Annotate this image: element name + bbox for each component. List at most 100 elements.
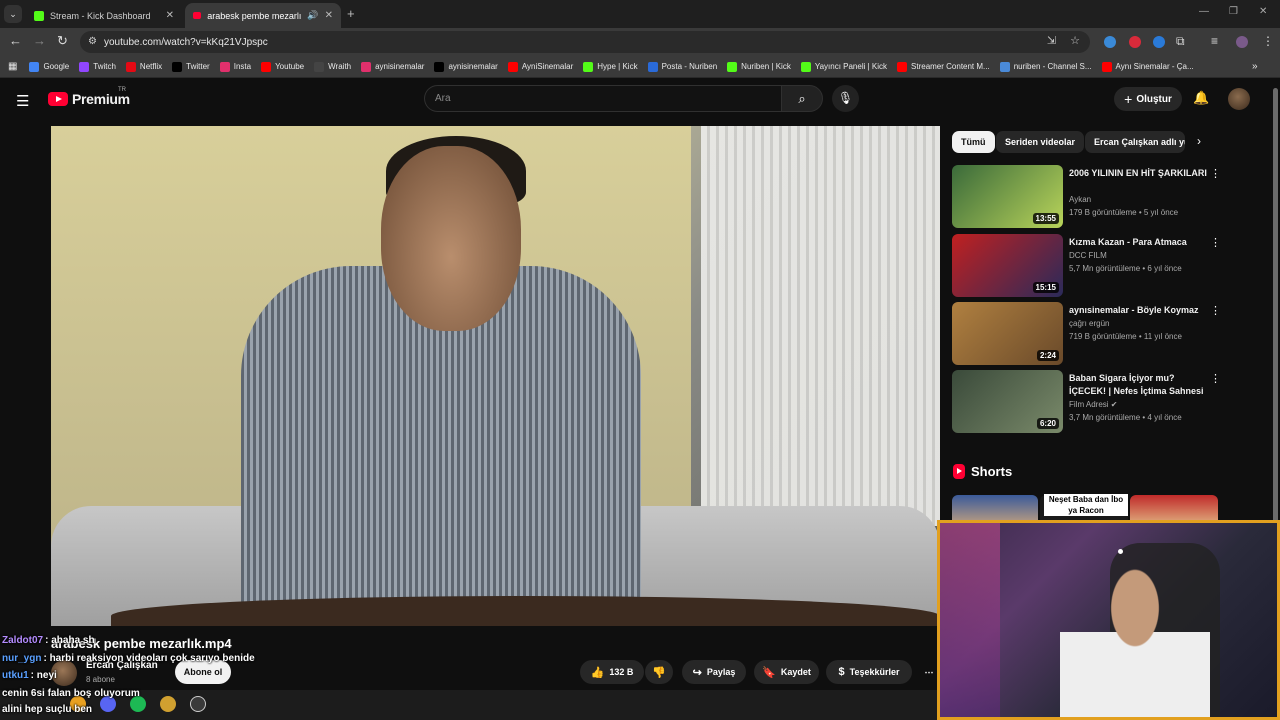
like-count: 132 B [609, 667, 634, 677]
like-button[interactable]: 👍 132 B [580, 660, 644, 684]
notifications-bell-icon[interactable]: 🔔 [1193, 90, 1209, 106]
recommended-video[interactable]: 6:20 Baban Sigara İçiyor mu? İÇECEK! | Ne… [952, 370, 1222, 434]
more-options-icon[interactable]: ⋮ [1210, 372, 1221, 385]
create-label: Oluştur [1136, 93, 1172, 105]
new-tab-button[interactable]: + [347, 6, 355, 21]
bookmark-item[interactable]: Google [29, 61, 69, 72]
shorts-label: Shorts [971, 464, 1013, 479]
save-button[interactable]: 🔖 Kaydet [754, 660, 819, 684]
recommended-video[interactable]: 15:15 Kızma Kazan - Para Atmaca DCC FILM 5,… [952, 234, 1222, 298]
bookmark-label: AyniSinemalar [521, 62, 574, 71]
bookmark-star-icon[interactable]: ☆ [1070, 34, 1080, 47]
google-icon [29, 61, 40, 72]
forward-icon[interactable]: → [33, 33, 46, 48]
chip-series[interactable]: Seriden videolar [996, 131, 1085, 153]
bookmark-item[interactable]: Netflix [125, 61, 162, 72]
bookmark-item[interactable]: aynisinemalar [361, 61, 424, 72]
dislike-button[interactable]: 👎 [645, 660, 673, 684]
back-icon[interactable]: ← [9, 33, 22, 48]
video-title[interactable]: Kızma Kazan - Para Atmaca [1069, 236, 1209, 249]
video-thumbnail[interactable]: 2:24 [952, 302, 1063, 365]
instagram-icon [219, 61, 230, 72]
address-bar[interactable]: ⚙ youtube.com/watch?v=kKq21VJpspc ⇲ ☆ [80, 31, 1090, 53]
create-button[interactable]: + Oluştur [1114, 87, 1182, 111]
site-info-icon[interactable]: ⚙ [88, 36, 97, 47]
bookmark-item[interactable]: AyniSinemalar [507, 61, 574, 72]
extension-icon[interactable] [1104, 36, 1116, 48]
video-thumbnail[interactable]: 15:15 [952, 234, 1063, 297]
bookmark-item[interactable]: nuriben - Channel S... [999, 61, 1092, 72]
app-icon[interactable] [160, 696, 176, 712]
recommended-video[interactable]: 13:55 2006 YILININ EN HİT ŞARKILARI Aykan 1… [952, 165, 1222, 229]
wraith-icon [314, 61, 325, 72]
reload-icon[interactable]: ↻ [57, 33, 68, 49]
save-label: Kaydet [780, 667, 811, 677]
profile-icon[interactable] [1236, 36, 1248, 48]
video-title[interactable]: 2006 YILININ EN HİT ŞARKILARI [1069, 167, 1209, 180]
install-app-icon[interactable]: ⇲ [1047, 34, 1056, 47]
audio-playing-icon[interactable]: 🔊 [307, 10, 318, 21]
bookmark-item[interactable]: Aynı Sinemalar - Ça... [1101, 61, 1194, 72]
streamer-webcam [937, 520, 1280, 720]
channel-name[interactable]: çağrı ergün [1069, 319, 1109, 328]
account-avatar[interactable] [1228, 88, 1250, 110]
youtube-icon [507, 61, 518, 72]
extensions-puzzle-icon[interactable]: ⧉ [1176, 34, 1185, 49]
channel-name[interactable]: Aykan [1069, 195, 1091, 204]
subscriber-count: 8 abone [86, 675, 115, 684]
browser-menu-icon[interactable]: ⋮ [1262, 34, 1274, 48]
video-player[interactable] [51, 126, 940, 626]
tab-list-icon[interactable]: ≡ [1211, 34, 1218, 48]
minimize-icon[interactable]: — [1199, 6, 1209, 17]
maximize-icon[interactable]: ❐ [1229, 6, 1238, 17]
thanks-button[interactable]: $ Teşekkürler [826, 660, 912, 684]
bookmark-item[interactable]: Posta - Nuriben [647, 61, 717, 72]
more-options-icon[interactable]: ⋮ [1210, 167, 1221, 180]
tab-kick-dashboard[interactable]: Stream - Kick Dashboard ✕ [26, 3, 182, 28]
bookmark-item[interactable]: Insta [219, 61, 251, 72]
settings-icon[interactable] [190, 696, 206, 712]
video-duration: 13:55 [1032, 213, 1059, 224]
video-title[interactable]: aynısinemalar - Böyle Koymaz [1069, 304, 1209, 317]
microphone-icon[interactable]: 🎙 [832, 85, 859, 112]
apps-grid-icon[interactable]: ▦ [8, 61, 17, 72]
bookmark-item[interactable]: Youtube [261, 61, 304, 72]
window-close-icon[interactable]: ✕ [1259, 6, 1267, 17]
search-input[interactable]: Ara [424, 85, 781, 112]
thumbs-down-icon: 👎 [652, 666, 666, 679]
bookmark-label: Twitch [93, 62, 116, 71]
extension-icon[interactable] [1153, 36, 1165, 48]
menu-icon[interactable]: ☰ [16, 92, 29, 110]
bookmark-item[interactable]: Twitter [172, 61, 210, 72]
extension-icon[interactable] [1129, 36, 1141, 48]
channel-name[interactable]: DCC FILM [1069, 251, 1107, 260]
more-options-icon[interactable]: ⋮ [1210, 304, 1221, 317]
bookmark-item[interactable]: Nuriben | Kick [727, 61, 791, 72]
bookmark-item[interactable]: Hype | Kick [583, 61, 638, 72]
video-thumbnail[interactable]: 6:20 [952, 370, 1063, 433]
channel-label: Film Adresi [1069, 400, 1109, 409]
close-tab-icon[interactable]: ✕ [166, 10, 174, 21]
search-icon[interactable]: ⌕ [781, 85, 823, 112]
close-tab-icon[interactable]: ✕ [325, 10, 333, 21]
bookmark-item[interactable]: aynisinemalar [434, 61, 498, 72]
chevron-right-icon[interactable]: › [1197, 134, 1201, 148]
bookmark-item[interactable]: Yayıncı Paneli | Kick [800, 61, 887, 72]
bookmark-item[interactable]: Streamer Content M... [897, 61, 990, 72]
tab-youtube-video[interactable]: arabesk pembe mezarlık.mp 🔊 ✕ [185, 3, 341, 28]
share-button[interactable]: ↪ Paylaş [682, 660, 746, 684]
bookmark-item[interactable]: Twitch [79, 61, 116, 72]
chip-all[interactable]: Tümü [952, 131, 995, 153]
video-title[interactable]: Baban Sigara İçiyor mu? İÇECEK! | Nefes … [1069, 372, 1209, 398]
youtube-logo[interactable]: Premium TR [48, 87, 130, 107]
channel-name[interactable]: Film Adresi ✔ [1069, 400, 1118, 409]
chat-text: alini hep suçlu ben [2, 704, 93, 715]
chat-message: utku1: neyi [2, 670, 57, 681]
bookmark-item[interactable]: Wraith [314, 61, 351, 72]
video-thumbnail[interactable]: 13:55 [952, 165, 1063, 228]
recommended-video[interactable]: 2:24 aynısinemalar - Böyle Koymaz çağrı er… [952, 302, 1222, 366]
more-bookmarks-icon[interactable]: » [1252, 61, 1258, 72]
chip-channel[interactable]: Ercan Çalışkan adlı yü [1085, 131, 1185, 153]
more-options-icon[interactable]: ⋮ [1210, 236, 1221, 249]
tab-search-button[interactable]: ⌄ [4, 5, 22, 23]
